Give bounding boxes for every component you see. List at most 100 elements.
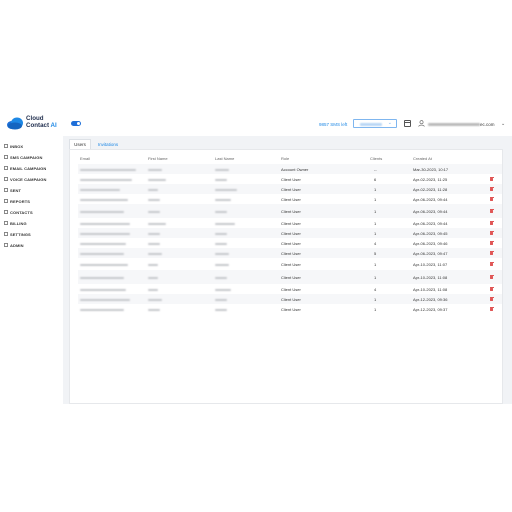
sidebar: INBOX SMS CAMPAIGN EMAIL CAMPAIGN VOICE CAM… [0,136,62,404]
table-row[interactable]: Client User 4 Apr-06-2023, 09:46 [78,238,502,248]
redacted-first-name-cell [148,197,160,202]
sidebar-toggle[interactable] [71,121,81,126]
sidebar-item-voice-campaign[interactable]: VOICE CAMPAIGN [4,175,46,183]
table-row[interactable]: Client User 1 Apr-12-2023, 09:37 [78,304,502,314]
created-at-cell: Apr-12-2023, 09:36 [413,297,448,302]
table-row[interactable]: Client User 1 Apr-06-2023, 09:44 [78,204,502,218]
table-row[interactable]: Client User 4 Apr-10-2023, 11:08 [78,284,502,294]
role-cell: Client User [281,251,301,256]
table-row[interactable]: Client User 1 Apr-06-2023, 09:44 [78,194,502,204]
table-row[interactable]: Client User 6 Apr-02-2023, 11:25 [78,174,502,184]
sidebar-item-settings[interactable]: SETTINGS [4,230,31,238]
header-last-name[interactable]: Last Name [215,156,234,161]
table-row[interactable]: Client User 1 Apr-10-2023, 11:07 [78,258,502,270]
redacted-email-cell [80,287,126,292]
delete-icon[interactable] [489,261,494,266]
tab-invitations[interactable]: Invitations [93,139,123,149]
clients-cell: 4 [374,241,377,246]
table-row[interactable]: Client User 1 Apr-12-2023, 09:36 [78,294,502,304]
user-email-suffix: ec.com [480,122,495,127]
clients-cell: 4 [374,287,377,292]
table-row[interactable]: Client User 1 Apr-06-2023, 09:44 [78,218,502,228]
reports-icon [4,199,9,204]
table-row[interactable]: Client User 1 Apr-10-2023, 11:08 [78,270,502,284]
delete-icon[interactable] [489,186,494,191]
sidebar-item-sms-campaign[interactable]: SMS CAMPAIGN [4,153,42,161]
redacted-last-name-cell [215,187,237,192]
sms-left-link[interactable]: 9857 SMS left [319,122,347,127]
redacted-first-name-cell [148,167,162,172]
sidebar-item-inbox[interactable]: INBOX [4,142,23,150]
number-select[interactable]: ⌄ [353,119,397,128]
header-first-name[interactable]: First Name [148,156,168,161]
role-cell: Client User [281,209,301,214]
sidebar-item-admin[interactable]: ADMIN [4,241,24,249]
created-at-cell: Apr-02-2023, 11:28 [413,187,448,192]
header-clients[interactable]: Clients [370,156,382,161]
redacted-email-cell [80,187,120,192]
sidebar-item-email-campaign[interactable]: EMAIL CAMPAIGN [4,164,46,172]
table-header: Email First Name Last Name Role Clients … [78,154,502,163]
header-email[interactable]: Email [80,156,90,161]
logo[interactable]: Cloud Contact AI [6,114,66,132]
table-row[interactable]: Account Owner -- Mar-30-2023, 10:17 [78,164,502,174]
delete-icon[interactable] [489,240,494,245]
redacted-first-name-cell [148,262,158,267]
delete-icon[interactable] [489,208,494,213]
redacted-last-name-cell [215,167,229,172]
user-menu-chevron-icon[interactable]: ⌄ [501,121,505,127]
clients-cell: 5 [374,251,377,256]
delete-icon[interactable] [489,306,494,311]
redacted-first-name-cell [148,177,166,182]
dollar-icon [4,221,9,226]
header-created-at[interactable]: Created At [413,156,432,161]
table-row[interactable]: Client User 1 Apr-06-2023, 09:45 [78,228,502,238]
delete-icon[interactable] [489,176,494,181]
clients-cell: 1 [374,275,377,280]
created-at-cell: Apr-06-2023, 09:44 [413,209,448,214]
delete-icon[interactable] [489,230,494,235]
sidebar-item-label: EMAIL CAMPAIGN [10,165,47,171]
delete-icon[interactable] [489,196,494,201]
chat-icon [4,155,9,160]
admin-icon [4,243,9,248]
clients-cell: 1 [374,307,377,312]
tab-users[interactable]: Users [69,139,91,149]
redacted-last-name-cell [215,275,227,280]
delete-icon[interactable] [489,274,494,279]
table-row[interactable]: Client User 1 Apr-02-2023, 11:28 [78,184,502,194]
sidebar-item-billing[interactable]: BILLING [4,219,27,227]
logo-ai: AI [50,122,57,129]
redacted-last-name-cell [215,251,229,256]
user-icon[interactable] [418,120,425,127]
created-at-cell: Apr-10-2023, 11:08 [413,287,448,292]
delete-icon[interactable] [489,296,494,301]
sidebar-item-label: BILLING [10,220,27,226]
role-cell: Client User [281,187,301,192]
sidebar-item-label: VOICE CAMPAIGN [10,176,47,182]
sidebar-item-sent[interactable]: SENT [4,186,21,194]
redacted-email-cell [80,197,128,202]
redacted-last-name-cell [215,307,227,312]
sidebar-item-label: CONTACTS [10,209,33,215]
user-email[interactable]: ec.com [428,122,495,127]
redacted-first-name-cell [148,275,158,280]
calendar-icon[interactable] [404,120,411,127]
created-at-cell: Mar-30-2023, 10:17 [413,167,449,172]
header-role[interactable]: Role [281,156,289,161]
table-row[interactable]: Client User 5 Apr-06-2023, 09:47 [78,248,502,258]
delete-icon[interactable] [489,220,494,225]
redacted-email-cell [80,231,130,236]
created-at-cell: Apr-06-2023, 09:47 [413,251,448,256]
sidebar-item-reports[interactable]: REPORTS [4,197,30,205]
redacted-first-name-cell [148,307,160,312]
redacted-first-name-cell [148,297,162,302]
redacted-first-name-cell [148,251,162,256]
delete-icon[interactable] [489,286,494,291]
created-at-cell: Apr-06-2023, 09:46 [413,241,448,246]
delete-icon[interactable] [489,250,494,255]
redacted-first-name-cell [148,231,160,236]
sidebar-item-contacts[interactable]: CONTACTS [4,208,33,216]
logo-text: Cloud Contact AI [26,115,57,129]
redacted-email-cell [80,221,130,226]
